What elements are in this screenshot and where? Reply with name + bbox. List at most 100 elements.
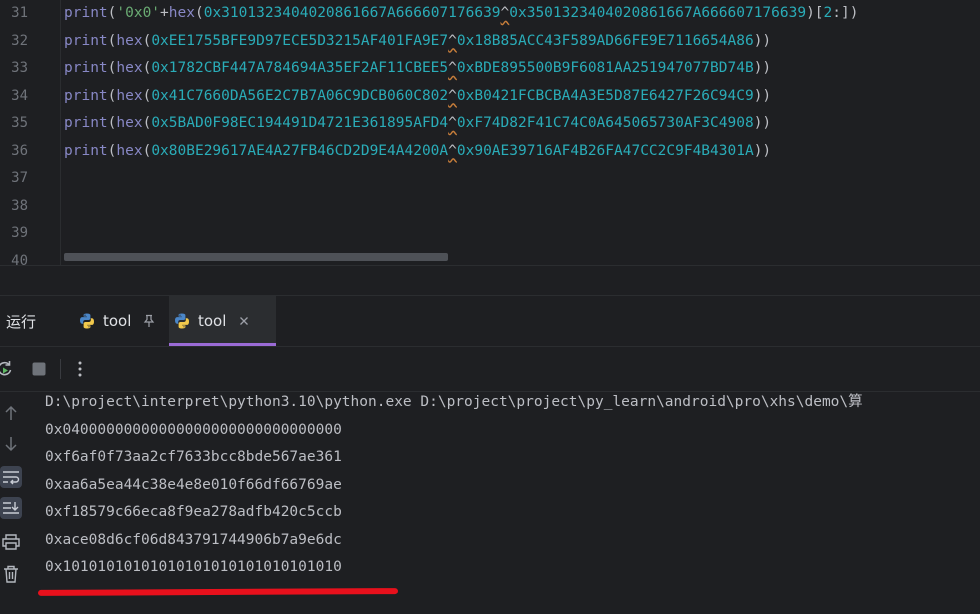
line-number: 39 xyxy=(11,225,28,241)
tab-label: tool xyxy=(103,312,132,330)
code-line[interactable]: print(hex(0x41C7660DA56E2C7B7A06C9DCB060… xyxy=(64,83,771,111)
code-token: 0x41C7660DA56E2C7B7A06C9DCB060C802 xyxy=(151,87,449,104)
code-token: ^ xyxy=(500,5,510,21)
line-number: 36 xyxy=(11,142,28,159)
code-token: print xyxy=(64,32,108,49)
console-line-highlighted: 0x10101010101010101010101010101010 xyxy=(45,559,342,575)
soft-wrap-icon xyxy=(3,471,20,485)
console-line: 0xf18579c66eca8f9ea278adfb420c5ccb xyxy=(45,504,342,520)
code-token: '0x0' xyxy=(116,5,161,21)
code-token: )) xyxy=(753,60,772,76)
code-token: 0x1782CBF447A784694A35EF2AF11CBEE5 xyxy=(151,60,449,76)
code-token: )) xyxy=(753,142,772,159)
line-number: 35 xyxy=(11,115,28,131)
console-line: 0xace08d6cf06d843791744906b7a9e6dc xyxy=(45,531,342,548)
stop-icon xyxy=(32,362,46,376)
code-line[interactable]: print('0x0'+hex(0x3101323404020861667A66… xyxy=(64,0,858,28)
rerun-button[interactable] xyxy=(0,358,16,380)
code-token: ^ xyxy=(448,32,457,49)
trash-icon xyxy=(4,565,18,583)
code-token: ( xyxy=(194,5,204,21)
code-token: 0x3101323404020861667A666607176639 xyxy=(203,5,501,21)
stop-button[interactable] xyxy=(28,358,50,380)
printer-icon xyxy=(2,534,20,550)
soft-wrap-button[interactable] xyxy=(0,466,22,488)
code-token: 0xBDE895500B9F6081AA251947077BD74B xyxy=(456,60,754,76)
tab-tool-pinned[interactable]: tool xyxy=(74,296,164,346)
line-gutter: 31 32 33 34 35 36 37 38 39 40 xyxy=(0,0,44,265)
line-number: 31 xyxy=(11,5,28,21)
code-token: )) xyxy=(753,115,772,131)
code-token: print xyxy=(64,5,108,21)
code-token: 0x18B85ACC43F589AD66FE9E7116654A86 xyxy=(456,32,754,49)
code-area[interactable]: print('0x0'+hex(0x3101323404020861667A66… xyxy=(64,0,980,265)
horizontal-scrollbar[interactable] xyxy=(64,253,448,261)
clear-console-button[interactable] xyxy=(0,563,22,585)
code-token: ^ xyxy=(448,87,457,104)
code-line[interactable]: print(hex(0x1782CBF447A784694A35EF2AF11C… xyxy=(64,55,771,83)
code-line[interactable]: print(hex(0x5BAD0F98EC194491D4721E361895… xyxy=(64,110,771,138)
python-icon xyxy=(175,313,189,329)
code-token: hex xyxy=(116,87,143,104)
code-token: + xyxy=(160,5,169,21)
code-token: ^ xyxy=(448,142,457,159)
code-token: 0x80BE29617AE4A27FB46CD2D9E4A4200A xyxy=(151,142,449,159)
code-token: print xyxy=(64,60,108,76)
code-token: )) xyxy=(753,32,772,49)
code-editor[interactable]: 31 32 33 34 35 36 37 38 39 40 print ( '0x0… xyxy=(0,0,980,265)
code-token: print xyxy=(64,87,108,104)
code-token: 0x90AE39716AF4B26FA47CC2C9F4B4301A xyxy=(456,142,754,159)
python-icon xyxy=(80,313,94,329)
line-number: 32 xyxy=(11,32,28,49)
line-number: 34 xyxy=(11,87,28,104)
console-output[interactable]: D:\project\interpret\python3.10\python.e… xyxy=(45,392,980,614)
code-token: print xyxy=(64,115,108,131)
console-line: 0xf6af0f73aa2cf7633bcc8bde567ae361 xyxy=(45,449,342,465)
line-number: 40 xyxy=(11,252,28,266)
more-vertical-icon xyxy=(78,361,82,377)
scroll-to-end-icon xyxy=(3,502,19,514)
code-token: )) xyxy=(753,87,772,104)
scroll-up-button[interactable] xyxy=(0,402,22,424)
console-line: 0xaa6a5ea44c38e4e8e010f66df66769ae xyxy=(45,476,342,493)
arrow-up-icon xyxy=(5,405,17,420)
pin-icon[interactable] xyxy=(141,313,157,329)
code-line[interactable]: print(hex(0x80BE29617AE4A27FB46CD2D9E4A4… xyxy=(64,138,771,166)
scroll-down-button[interactable] xyxy=(0,433,22,455)
code-token: print xyxy=(64,142,108,159)
console-line: 0x04000000000000000000000000000000 xyxy=(45,421,342,438)
code-token: hex xyxy=(116,60,143,76)
run-tool-window: 运行 tool tool D:\project\interpret\python… xyxy=(0,295,980,614)
tab-label: tool xyxy=(198,312,227,330)
code-token: 2 xyxy=(823,5,833,21)
code-token: ^ xyxy=(448,115,457,131)
print-button[interactable] xyxy=(0,531,22,553)
code-line[interactable]: print(hex(0xEE1755BFE9D97ECE5D3215AF401F… xyxy=(64,28,771,56)
code-token: hex xyxy=(116,142,143,159)
code-token: 0x5BAD0F98EC194491D4721E361895AFD4 xyxy=(151,115,449,131)
arrow-down-icon xyxy=(5,437,17,452)
close-icon[interactable] xyxy=(236,313,252,329)
code-token: hex xyxy=(168,5,195,21)
line-number: 33 xyxy=(11,60,28,76)
code-token: hex xyxy=(116,115,143,131)
gutter-separator xyxy=(60,0,61,265)
code-token: 0x3501323404020861667A666607176639 xyxy=(509,5,807,21)
code-token: 0xF74D82F41C74C0A645065730AF3C4908 xyxy=(456,115,754,131)
code-token: 0xEE1755BFE9D97ECE5D3215AF401FA9E7 xyxy=(151,32,449,49)
toolbar-divider xyxy=(60,359,61,379)
code-token: )[ xyxy=(806,5,824,21)
scroll-to-end-button[interactable] xyxy=(0,497,22,519)
code-token: :]) xyxy=(832,5,859,21)
more-options-button[interactable] xyxy=(69,358,91,380)
run-toolbar xyxy=(0,347,980,392)
rerun-icon xyxy=(0,361,12,376)
tab-tool-active[interactable]: tool xyxy=(169,296,276,346)
run-tab-bar: 运行 tool tool xyxy=(0,296,980,347)
code-token: 0xB0421FCBCBA4A3E5D87E6427F26C94C9 xyxy=(456,87,754,104)
console-side-toolbar xyxy=(0,392,24,614)
code-token: hex xyxy=(116,32,143,49)
editor-status-gap xyxy=(0,265,980,296)
run-panel-title: 运行 xyxy=(6,313,37,331)
line-number: 37 xyxy=(11,170,28,186)
